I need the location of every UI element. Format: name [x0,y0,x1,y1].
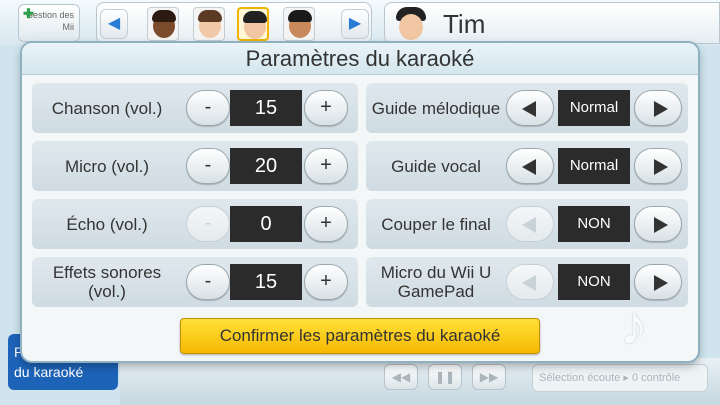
plus-icon: ✚ [23,6,34,21]
triangle-right-icon [654,159,668,175]
mii-avatar[interactable] [283,7,315,41]
triangle-left-icon [522,275,536,291]
previous-option-button[interactable] [506,90,554,126]
playback-hint: Sélection écoute ▸ 0 contrôle [532,364,708,392]
chevron-left-icon[interactable]: ◀ [100,9,128,39]
triangle-left-icon [522,101,536,117]
setting-label: Micro (vol.) [64,156,150,176]
fast-forward-icon[interactable]: ▶▶ [472,364,506,390]
setting-row-melody-guide: Guide mélodique Normal [366,83,688,133]
next-option-button[interactable] [634,206,682,242]
increase-button[interactable]: + [304,206,348,242]
music-note-icon: ♪ [620,293,648,356]
setting-label: Guide vocal [391,156,481,176]
increase-button[interactable]: + [304,264,348,300]
triangle-left-icon [522,159,536,175]
decrease-button[interactable]: - [186,90,230,126]
user-name: Tim [443,9,486,39]
triangle-right-icon [654,101,668,117]
setting-row-sound-effects-volume: Effets sonores (vol.) - 15 + [32,257,358,307]
decrease-button[interactable]: - [186,148,230,184]
previous-option-button[interactable] [506,206,554,242]
karaoke-tab-label: du karaoké [14,364,84,380]
mii-avatar[interactable] [193,7,225,41]
increase-button[interactable]: + [304,148,348,184]
setting-row-cut-ending: Couper le final NON [366,199,688,249]
setting-value: 20 [230,148,302,184]
next-option-button[interactable] [634,148,682,184]
mii-avatar[interactable] [147,7,179,41]
rewind-icon[interactable]: ◀◀ [384,364,418,390]
mii-management-button[interactable]: ✚ Gestion des Mii [18,4,80,42]
setting-value: NON [558,206,630,242]
top-bar: ✚ Gestion des Mii ◀ ▶ Tim [0,0,720,46]
confirm-settings-button[interactable]: Confirmer les paramètres du karaoké [180,318,540,354]
triangle-right-icon [654,217,668,233]
setting-label: Couper le final [381,214,491,234]
triangle-right-icon [654,275,668,291]
setting-value: 15 [230,264,302,300]
setting-label: Micro du Wii U GamePad [380,263,492,301]
decrease-button[interactable]: - [186,264,230,300]
dialog-header: Paramètres du karaoké [22,43,698,75]
previous-option-button[interactable] [506,148,554,184]
mii-selector: ◀ ▶ [96,2,372,44]
setting-value: Normal [558,90,630,126]
increase-button[interactable]: + [304,90,348,126]
setting-label: Guide mélodique [371,98,501,118]
setting-row-vocal-guide: Guide vocal Normal [366,141,688,191]
setting-row-song-volume: Chanson (vol.) - 15 + [32,83,358,133]
karaoke-settings-dialog: Paramètres du karaoké Chanson (vol.) - 1… [22,43,698,361]
decrease-button[interactable]: - [186,206,230,242]
setting-value: Normal [558,148,630,184]
previous-option-button[interactable] [506,264,554,300]
current-user: Tim [384,2,720,44]
next-option-button[interactable] [634,90,682,126]
setting-row-mic-volume: Micro (vol.) - 20 + [32,141,358,191]
avatar [393,5,429,43]
setting-value: 15 [230,90,302,126]
setting-label: Écho (vol.) [66,214,148,234]
chevron-right-icon[interactable]: ▶ [341,9,369,39]
setting-label: Chanson (vol.) [51,98,163,118]
setting-row-echo-volume: Écho (vol.) - 0 + [32,199,358,249]
setting-label: Effets sonores (vol.) [52,263,162,301]
setting-value: 0 [230,206,302,242]
pause-icon[interactable]: ❚❚ [428,364,462,390]
dialog-title: Paramètres du karaoké [245,46,475,71]
mii-avatar-selected[interactable] [237,7,269,41]
triangle-left-icon [522,217,536,233]
